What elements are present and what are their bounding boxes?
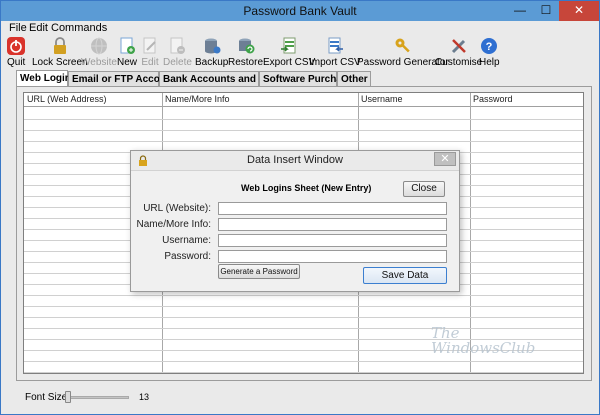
font-size-label: Font Size — [25, 392, 68, 403]
import-csv-icon — [326, 37, 344, 55]
column-header-username[interactable]: Username — [361, 94, 403, 104]
username-field[interactable] — [218, 234, 447, 247]
quit-button[interactable]: Quit — [7, 37, 25, 68]
app-window: Password Bank Vault — ☐ ✕ File Edit Comm… — [0, 0, 600, 415]
tab-software-purchases[interactable]: Software Purchases — [259, 71, 359, 87]
tab-bank-accounts[interactable]: Bank Accounts and PIN's — [159, 71, 283, 87]
key-icon — [394, 37, 412, 55]
tab-other[interactable]: Other — [337, 71, 371, 87]
font-size-slider-thumb[interactable] — [65, 391, 71, 403]
column-header-name[interactable]: Name/More Info — [165, 94, 230, 104]
edit-button[interactable]: Edit — [141, 37, 159, 68]
restore-icon — [237, 37, 255, 55]
dialog-title-bar: Data Insert Window ✕ — [131, 151, 459, 171]
restore-button[interactable]: Restore — [228, 37, 263, 68]
table-row[interactable] — [24, 306, 583, 307]
column-header-password[interactable]: Password — [473, 94, 513, 104]
delete-button[interactable]: Delete — [163, 37, 192, 68]
name-info-field[interactable] — [218, 218, 447, 231]
data-insert-dialog: Data Insert Window ✕ Web Logins Sheet (N… — [130, 150, 460, 292]
tab-email-ftp-accounts[interactable]: Email or FTP Accounts — [68, 71, 181, 87]
backup-button[interactable]: Backup — [195, 37, 228, 68]
password-field[interactable] — [218, 250, 447, 263]
name-info-label: Name/More Info: — [136, 219, 211, 230]
username-label: Username: — [162, 235, 211, 246]
table-row[interactable] — [24, 361, 583, 362]
menu-commands[interactable]: Commands — [51, 22, 107, 34]
customise-button[interactable]: Customise — [435, 37, 482, 68]
font-size-slider-track[interactable] — [67, 396, 129, 399]
table-row[interactable] — [24, 295, 583, 296]
menu-edit[interactable]: Edit — [29, 22, 48, 34]
generate-password-button[interactable]: Generate a Password — [218, 264, 300, 279]
export-csv-icon — [280, 37, 298, 55]
table-row[interactable] — [24, 317, 583, 318]
watermark-logo: The WindowsClub — [431, 324, 536, 357]
maximize-button[interactable]: ☐ — [533, 1, 559, 21]
table-row[interactable] — [24, 130, 583, 131]
menu-bar: File Edit Commands — [1, 21, 599, 35]
save-data-button[interactable]: Save Data — [363, 267, 447, 284]
table-row[interactable] — [24, 372, 583, 373]
dialog-heading: Web Logins Sheet (New Entry) — [241, 183, 372, 193]
import-csv-button[interactable]: Import CSV — [309, 37, 361, 68]
database-backup-icon — [203, 37, 221, 55]
help-button[interactable]: ? Help — [479, 37, 500, 68]
website-button[interactable]: Website — [81, 37, 117, 68]
new-button[interactable]: New — [117, 37, 137, 68]
lock-icon — [51, 37, 69, 55]
globe-icon — [90, 37, 108, 55]
power-icon — [7, 37, 26, 55]
new-document-icon — [118, 37, 136, 55]
table-header: URL (Web Address) Name/More Info Usernam… — [24, 93, 583, 107]
export-csv-button[interactable]: Export CSV — [263, 37, 315, 68]
dialog-title: Data Insert Window — [247, 154, 343, 166]
dialog-close-icon[interactable]: ✕ — [434, 152, 456, 166]
minimize-button[interactable]: — — [507, 1, 533, 21]
password-label: Password: — [164, 251, 211, 262]
table-row[interactable] — [24, 141, 583, 142]
svg-text:?: ? — [486, 41, 493, 53]
table-row[interactable] — [24, 119, 583, 120]
close-button[interactable]: Close — [403, 181, 445, 197]
help-icon: ? — [480, 37, 498, 55]
delete-document-icon — [168, 37, 186, 55]
tools-icon — [450, 37, 468, 55]
edit-document-icon — [141, 37, 159, 55]
menu-file[interactable]: File — [9, 22, 27, 34]
title-bar: Password Bank Vault — ☐ ✕ — [1, 1, 599, 21]
url-label: URL (Website): — [143, 203, 211, 214]
toolbar: Quit Lock Screen Website New Edit Delete… — [1, 35, 599, 69]
font-size-value: 13 — [139, 392, 150, 402]
column-header-url[interactable]: URL (Web Address) — [27, 94, 107, 104]
url-field[interactable] — [218, 202, 447, 215]
close-window-button[interactable]: ✕ — [559, 1, 599, 21]
status-bar: Font Size 13 — [1, 383, 599, 414]
lock-screen-button[interactable]: Lock Screen — [32, 37, 88, 68]
